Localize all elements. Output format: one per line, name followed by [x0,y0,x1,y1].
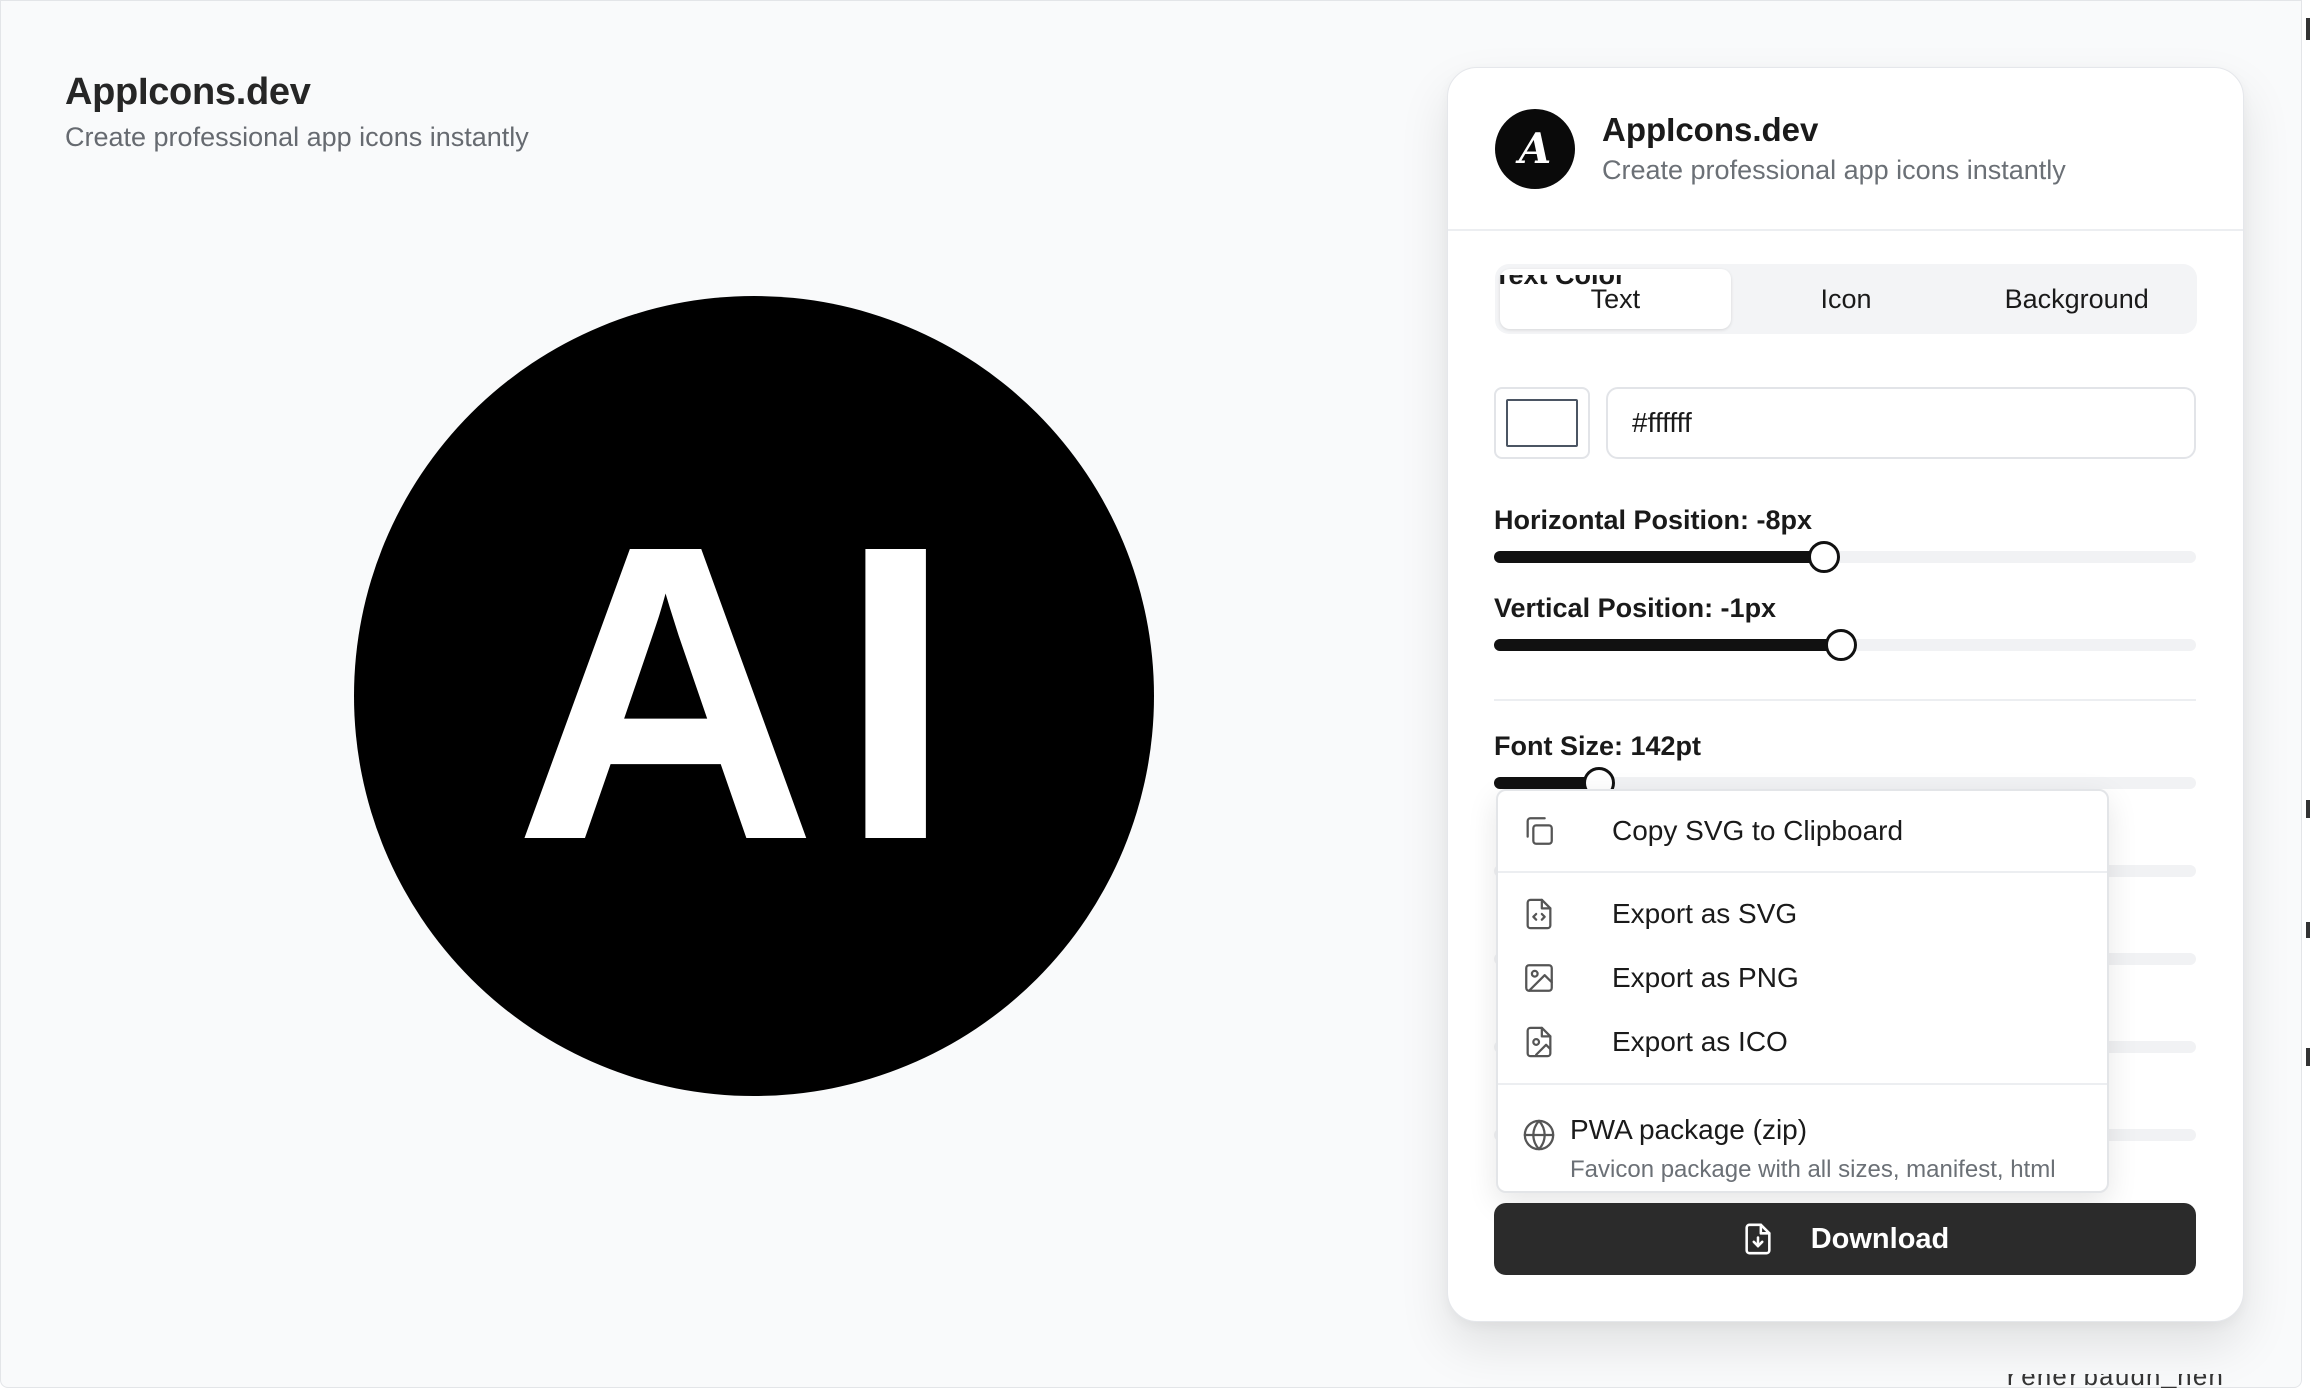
horizontal-position-thumb[interactable] [1807,541,1840,573]
vertical-position-label: Vertical Position: -1px [1494,593,1777,623]
panel-title: AppIcons.dev [1602,111,1819,148]
horizontal-position-slider[interactable] [1494,541,2196,573]
pwa-title: PWA package (zip) [1570,1114,1808,1145]
panel-header: A AppIcons.dev Create professional app i… [1448,68,2243,231]
horizontal-position-label: Horizontal Position: -8px [1494,505,1813,535]
export-menu: Copy SVG to Clipboard Export as SVG Expo… [1496,789,2109,1193]
globe-icon [1523,1119,1555,1151]
download-label: Download [1810,1222,1950,1255]
file-image-icon [1526,1026,1552,1058]
menu-item-pwa-package[interactable]: PWA package (zip) Favicon package with a… [1498,1106,2107,1186]
menu-item-label: Export as SVG [1612,898,1798,929]
tab-icon[interactable]: Icon [1731,269,1962,329]
background-window-text: renerbaudh_nen [2005,1374,2224,1392]
text-color-row [1494,387,2196,459]
menu-item-export-png[interactable]: Export as PNG [1498,948,2107,1008]
background-window-edge [2306,922,2310,938]
menu-item-label: Copy SVG to Clipboard [1612,815,1904,846]
text-color-swatch[interactable] [1494,387,1590,459]
pwa-description: Favicon package with all sizes, manifest… [1570,1156,2056,1183]
icon-preview-text: AI [514,459,974,928]
image-icon [1525,964,1553,992]
background-window-edge [2306,18,2310,40]
tab-background[interactable]: Background [1961,269,2192,329]
app-title: AppIcons.dev [65,71,311,113]
font-size-label: Font Size: 142pt [1494,731,1702,761]
menu-item-export-ico[interactable]: Export as ICO [1498,1012,2107,1072]
text-color-label: Text Color [1494,275,1626,290]
menu-separator [1498,871,2107,873]
app-logo: A [1495,108,1575,189]
download-button[interactable]: Download [1494,1203,2196,1275]
app-window: AppIcons.dev Create professional app ico… [0,0,2302,1388]
menu-separator [1498,1083,2107,1085]
vertical-position-slider[interactable] [1494,629,2196,661]
app-subtitle: Create professional app icons instantly [65,122,529,152]
icon-preview: AI [354,296,1154,1096]
copy-icon [1526,817,1553,845]
section-divider [1494,699,2196,701]
background-window-edge [2306,1048,2310,1066]
menu-item-label: Export as ICO [1612,1026,1788,1057]
background-window-edge [2306,800,2310,818]
text-color-hex-input[interactable] [1606,387,2196,459]
panel-subtitle: Create professional app icons instantly [1602,155,2066,185]
app-header: AppIcons.dev Create professional app ico… [65,71,529,153]
menu-item-export-svg[interactable]: Export as SVG [1498,884,2107,944]
file-code-icon [1526,898,1552,930]
vertical-position-fill [1494,639,1842,651]
text-color-swatch-fill [1506,399,1578,447]
menu-item-label: Export as PNG [1612,962,1799,993]
horizontal-position-fill [1494,551,1824,563]
menu-item-copy-svg[interactable]: Copy SVG to Clipboard [1498,801,2107,861]
font-size-slider[interactable] [1494,767,2196,799]
file-download-icon [1745,1223,1771,1255]
